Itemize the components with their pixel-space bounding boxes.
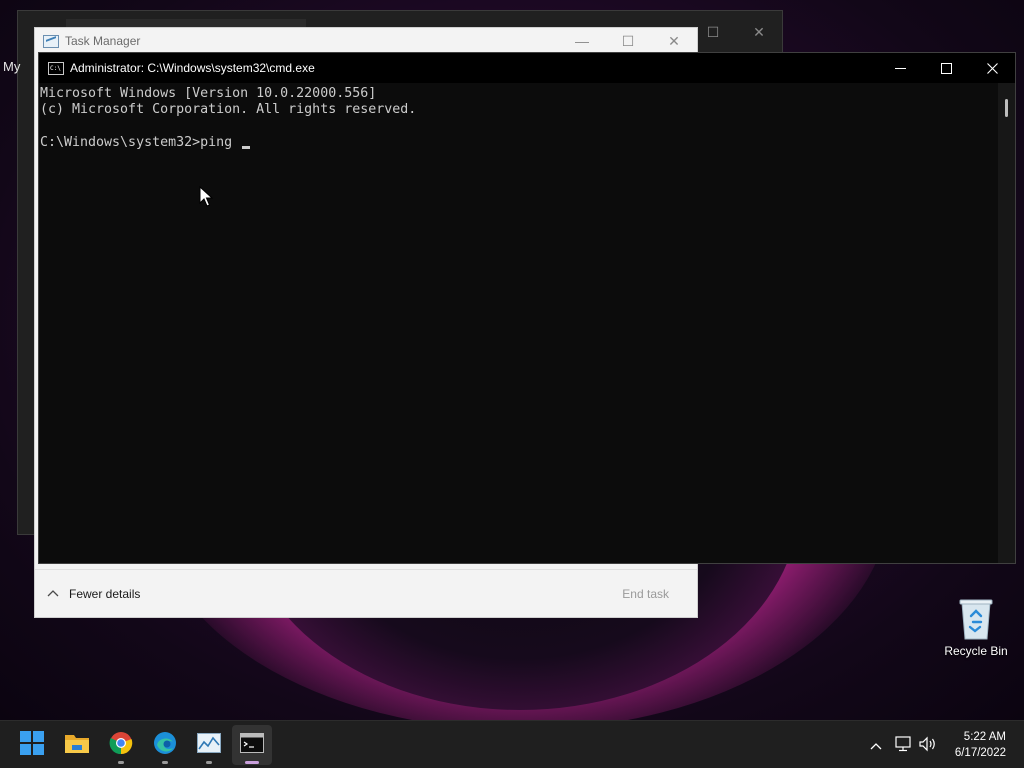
- chrome-running-indicator: [118, 761, 124, 764]
- chevron-up-icon[interactable]: [47, 588, 59, 600]
- console-line: (c) Microsoft Corporation. All rights re…: [40, 102, 417, 118]
- background-window-text: My: [3, 59, 21, 74]
- console-line: Microsoft Windows [Version 10.0.22000.55…: [40, 86, 377, 101]
- taskbar-chrome[interactable]: [101, 725, 141, 765]
- cmd-maximize-button[interactable]: [923, 53, 969, 83]
- recycle-bin-icon: [959, 598, 993, 640]
- network-status-button[interactable]: [893, 733, 915, 757]
- clock-date: 6/17/2022: [954, 747, 1006, 759]
- console-prompt-text: C:\Windows\system32>ping: [40, 134, 241, 150]
- fewer-details-button[interactable]: Fewer details: [69, 587, 140, 601]
- task-manager-caption-buttons: — ☐ ✕: [559, 28, 697, 54]
- task-manager-running-indicator: [206, 761, 212, 764]
- task-manager-footer: Fewer details End task: [35, 569, 697, 617]
- task-manager-icon: [197, 732, 221, 758]
- volume-icon: [919, 736, 937, 755]
- cmd-app-icon: C:\: [48, 61, 64, 75]
- cmd-caption-buttons: [877, 53, 1015, 83]
- cmd-title: Administrator: C:\Windows\system32\cmd.e…: [70, 61, 315, 75]
- taskbar-terminal[interactable]: [232, 725, 272, 765]
- cmd-scrollbar-thumb[interactable]: [1005, 99, 1008, 117]
- recycle-bin-desktop-icon[interactable]: Recycle Bin: [938, 596, 1014, 658]
- task-manager-title: Task Manager: [65, 34, 141, 48]
- end-task-button[interactable]: End task: [622, 587, 669, 601]
- task-manager-close-button[interactable]: ✕: [651, 28, 697, 54]
- taskbar-task-manager[interactable]: [189, 725, 229, 765]
- console-line: ​: [40, 118, 1001, 134]
- cmd-minimize-button[interactable]: [877, 53, 923, 83]
- taskbar-file-explorer[interactable]: [57, 725, 97, 765]
- background-window-caption-buttons: ☐ ✕: [690, 11, 782, 53]
- edge-icon: [153, 731, 177, 760]
- cmd-scrollbar[interactable]: [998, 83, 1015, 563]
- text-cursor: [242, 145, 251, 149]
- taskbar: 5:22 AM 6/17/2022: [0, 720, 1024, 768]
- taskbar-clock[interactable]: 5:22 AM 6/17/2022: [955, 729, 1006, 761]
- cmd-close-button[interactable]: [969, 53, 1015, 83]
- network-icon: [895, 735, 913, 755]
- background-close-icon[interactable]: ✕: [736, 11, 782, 53]
- file-explorer-icon: [64, 732, 90, 759]
- taskbar-edge[interactable]: [145, 725, 185, 765]
- cmd-titlebar[interactable]: C:\ Administrator: C:\Windows\system32\c…: [39, 53, 1015, 83]
- clock-time: 5:22 AM: [963, 731, 1006, 743]
- task-manager-maximize-button[interactable]: ☐: [605, 28, 651, 54]
- cmd-console-output[interactable]: Microsoft Windows [Version 10.0.22000.55…: [39, 83, 1001, 563]
- terminal-running-indicator: [245, 761, 259, 764]
- terminal-icon: [240, 732, 264, 758]
- show-hidden-icons-button[interactable]: [866, 733, 886, 757]
- volume-button[interactable]: [917, 733, 939, 757]
- console-prompt-line[interactable]: C:\Windows\system32>ping: [40, 135, 1001, 151]
- recycle-bin-label: Recycle Bin: [944, 644, 1008, 658]
- start-button[interactable]: [12, 725, 52, 765]
- edge-running-indicator: [162, 761, 168, 764]
- chevron-up-icon: [870, 737, 882, 753]
- task-manager-minimize-button[interactable]: —: [559, 28, 605, 54]
- cmd-window[interactable]: C:\ Administrator: C:\Windows\system32\c…: [38, 52, 1016, 564]
- task-manager-titlebar[interactable]: Task Manager — ☐ ✕: [35, 28, 697, 54]
- chrome-icon: [109, 731, 133, 760]
- task-manager-app-icon: [43, 34, 59, 48]
- start-icon: [20, 730, 44, 760]
